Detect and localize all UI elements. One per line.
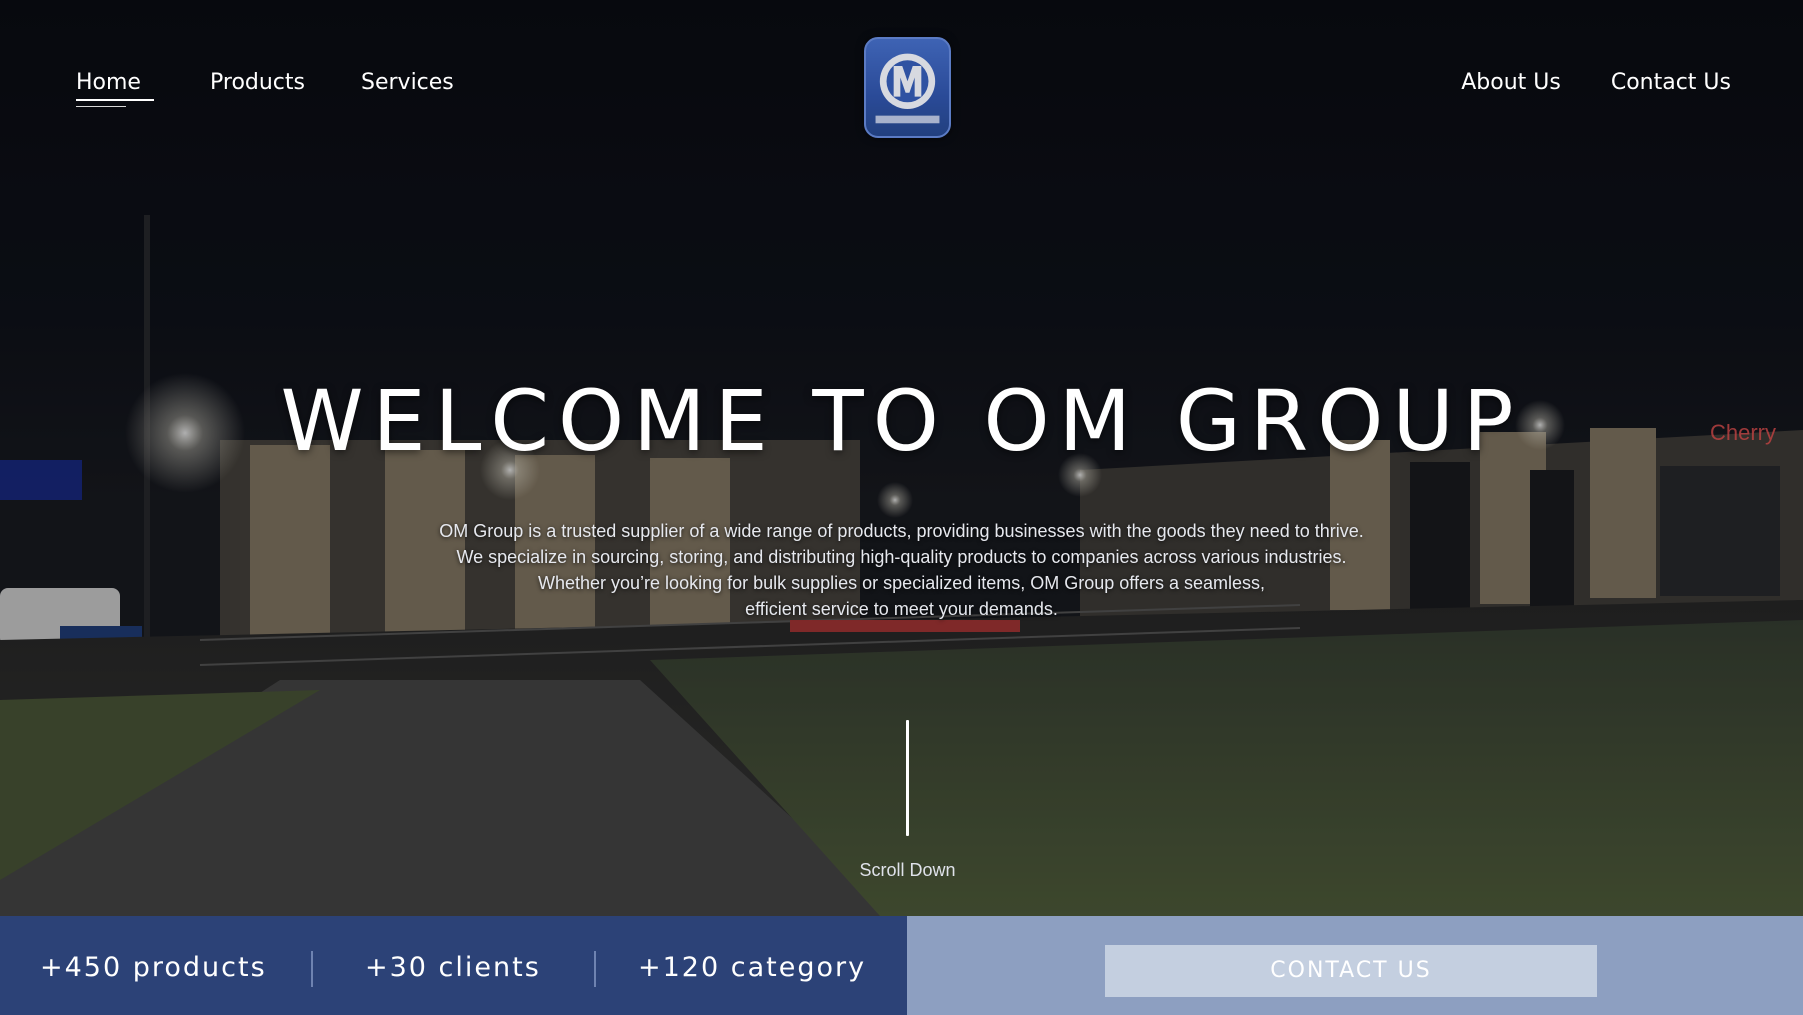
landing-page: Cherry Home Products Services About Us C… [0, 0, 1803, 1015]
hero-description-line: efficient service to meet your demands. [745, 599, 1058, 619]
stat-category: +120 category [638, 952, 867, 983]
om-group-logo-icon[interactable] [864, 37, 951, 138]
nav-products-label: Products [210, 70, 305, 95]
stats-bar: +450 products +30 clients +120 category [0, 916, 907, 1015]
nav-home-underline [76, 99, 154, 101]
hero-description-line: We specialize in sourcing, storing, and … [456, 547, 1347, 567]
nav-services-label: Services [361, 70, 454, 95]
nav-services-link[interactable]: Services [361, 70, 454, 95]
nav-products-link[interactable]: Products [210, 70, 305, 95]
scroll-indicator-line [906, 720, 909, 836]
scroll-down-link[interactable]: Scroll Down [0, 860, 1803, 881]
stat-clients: +30 clients [365, 952, 541, 983]
nav-contact-label: Contact Us [1610, 70, 1731, 95]
primary-nav: Home Products Services [76, 70, 510, 111]
stat-divider [311, 951, 313, 987]
nav-home-underline-accent [76, 106, 126, 107]
secondary-nav: About Us Contact Us [1411, 70, 1731, 95]
nav-about-label: About Us [1461, 70, 1561, 95]
cta-panel: CONTACT US [907, 916, 1803, 1015]
stat-products: +450 products [40, 952, 267, 983]
nav-about-link[interactable]: About Us [1461, 70, 1561, 95]
hero-description: OM Group is a trusted supplier of a wide… [0, 518, 1803, 622]
contact-us-button[interactable]: CONTACT US [1105, 945, 1597, 997]
stat-divider [594, 951, 596, 987]
nav-home-link[interactable]: Home [76, 70, 154, 111]
nav-home-label: Home [76, 70, 141, 95]
hero-description-line: Whether you’re looking for bulk supplies… [538, 573, 1265, 593]
hero-description-line: OM Group is a trusted supplier of a wide… [439, 521, 1364, 541]
hero-title: WELCOME TO OM GROUP [280, 372, 1523, 470]
nav-contact-link[interactable]: Contact Us [1611, 70, 1731, 95]
